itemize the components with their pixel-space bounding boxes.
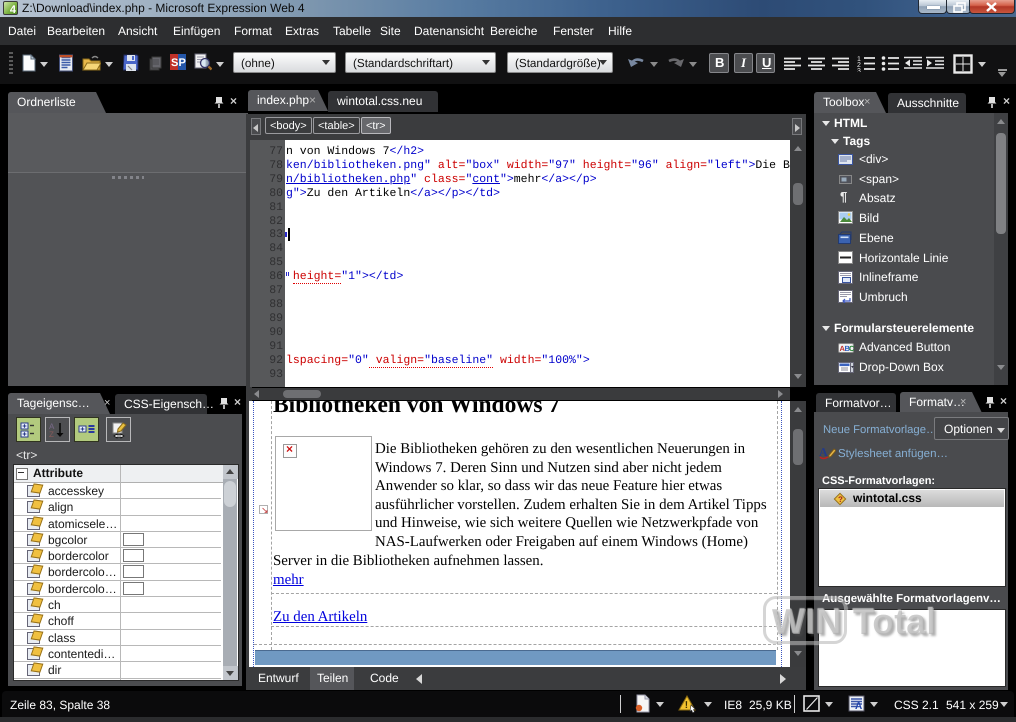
svg-text:?: ? — [838, 495, 843, 504]
svg-text:S: S — [171, 57, 178, 69]
svg-text:P: P — [179, 57, 186, 69]
svg-text:C: C — [849, 344, 854, 353]
svg-text:Z: Z — [49, 430, 54, 438]
svg-text:A: A — [855, 701, 862, 712]
svg-text:!: ! — [685, 700, 688, 711]
svg-text:3: 3 — [857, 68, 861, 72]
